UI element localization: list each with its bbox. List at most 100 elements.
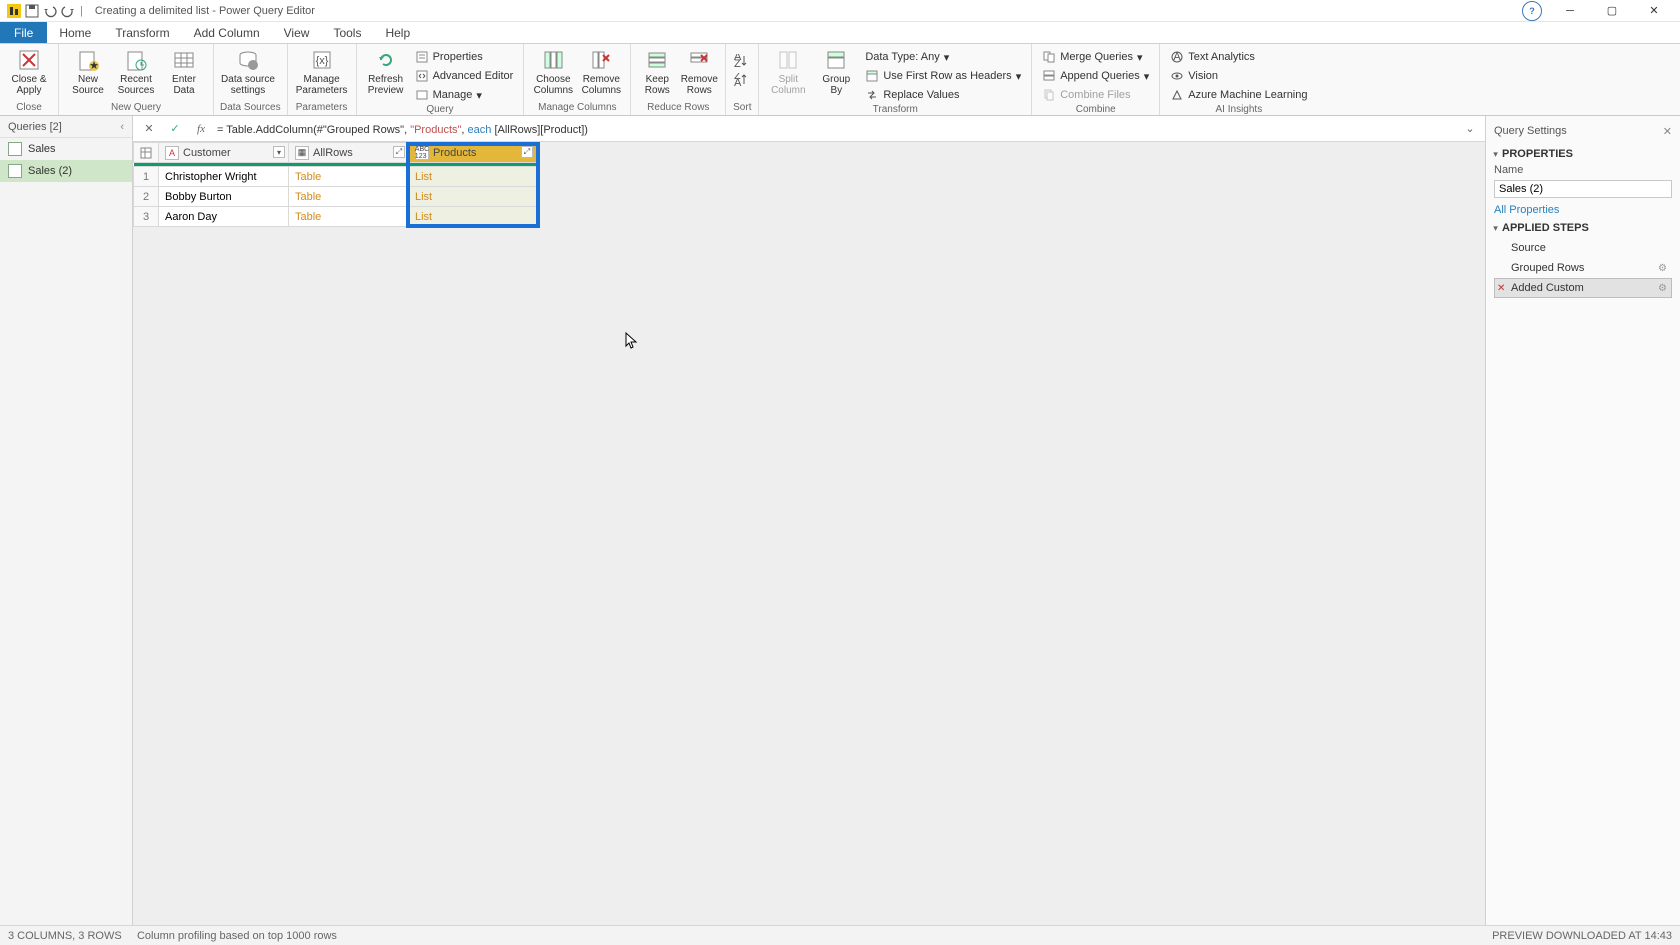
remove-columns-icon [589,48,613,72]
tab-transform[interactable]: Transform [103,22,181,43]
collapse-queries-icon[interactable]: ‹ [120,121,124,133]
tab-file[interactable]: File [0,22,47,43]
text-analytics-icon: A [1170,50,1184,64]
merge-queries-button[interactable]: Merge Queries ▾ [1038,48,1153,66]
group-by-button[interactable]: Group By [813,46,859,96]
expand-icon[interactable]: ⤢ [393,146,405,158]
queries-pane-header: Queries [2] ‹ [0,116,132,138]
gear-icon[interactable]: ⚙ [1658,283,1667,294]
tab-tools[interactable]: Tools [321,22,373,43]
headers-icon [865,69,879,83]
step-grouped-rows[interactable]: Grouped Rows⚙ [1494,258,1672,278]
ribbon-group-reduce-rows: Keep Rows Remove Rows Reduce Rows [631,44,726,115]
redo-icon[interactable] [60,3,76,19]
remove-rows-button[interactable]: Remove Rows [679,46,719,96]
tab-help[interactable]: Help [373,22,422,43]
text-type-icon: A [165,146,179,160]
accept-formula-icon[interactable]: ✓ [165,120,185,138]
azure-ml-button[interactable]: Azure Machine Learning [1166,86,1311,104]
data-source-settings-icon [236,48,260,72]
advanced-editor-button[interactable]: Advanced Editor [411,67,518,85]
table-row[interactable]: 1 Christopher Wright Table List [134,167,537,187]
enter-data-icon [172,48,196,72]
recent-sources-button[interactable]: Recent Sources [113,46,159,96]
query-item-sales-2[interactable]: Sales (2) [0,160,132,182]
any-type-icon: ABC123 [415,146,429,160]
expand-formula-icon[interactable]: ⌄ [1461,122,1479,135]
save-icon[interactable] [24,3,40,19]
data-source-settings-button[interactable]: Data source settings [220,46,276,96]
queries-pane: Queries [2] ‹ Sales Sales (2) [0,116,133,925]
quick-access-toolbar: | [6,3,85,19]
query-name-input[interactable] [1494,180,1672,198]
step-source[interactable]: Source [1494,238,1672,258]
fx-icon[interactable]: fx [191,120,211,138]
refresh-preview-button[interactable]: Refresh Preview [363,46,409,96]
new-source-button[interactable]: ★New Source [65,46,111,96]
table-row[interactable]: 2 Bobby Burton Table List [134,187,537,207]
data-grid[interactable]: ACustomer▾ ▦AllRows⤢ ABC123Products⤢ 1 C… [133,142,537,227]
ribbon-group-manage-columns: Choose Columns Remove Columns Manage Col… [524,44,631,115]
manage-icon [415,88,429,102]
center-area: ✕ ✓ fx = Table.AddColumn(#"Grouped Rows"… [133,116,1485,925]
column-header-allrows[interactable]: ▦AllRows⤢ [289,143,409,163]
tab-view[interactable]: View [272,22,322,43]
close-settings-icon[interactable]: ✕ [1663,125,1672,138]
ribbon-group-close: Close & Apply Close [0,44,59,115]
expand-icon[interactable]: ⤢ [521,146,533,158]
group-by-icon [824,48,848,72]
help-button[interactable]: ? [1522,1,1542,21]
svg-text:{x}: {x} [315,55,328,67]
all-properties-link[interactable]: All Properties [1494,204,1559,216]
append-queries-button[interactable]: Append Queries ▾ [1038,67,1153,85]
combine-files-icon [1042,88,1056,102]
split-column-button: Split Column [765,46,811,96]
ribbon-group-combine: Merge Queries ▾ Append Queries ▾ Combine… [1032,44,1160,115]
manage-parameters-button[interactable]: {x}Manage Parameters [294,46,350,96]
remove-columns-button[interactable]: Remove Columns [578,46,624,96]
replace-values-button[interactable]: Replace Values [861,86,1025,104]
column-header-products[interactable]: ABC123Products⤢ [409,143,537,163]
corner-cell[interactable] [134,143,159,163]
name-label: Name [1494,164,1672,176]
step-added-custom[interactable]: ✕Added Custom⚙ [1494,278,1672,298]
properties-section-header[interactable]: PROPERTIES [1494,148,1672,160]
ribbon-group-parameters: {x}Manage Parameters Parameters [288,44,357,115]
window-title: Creating a delimited list - Power Query … [95,5,315,17]
svg-text:★: ★ [89,60,99,71]
keep-rows-button[interactable]: Keep Rows [637,46,677,96]
svg-text:A: A [1174,51,1182,63]
first-row-headers-button[interactable]: Use First Row as Headers ▾ [861,67,1025,85]
delete-step-icon[interactable]: ✕ [1497,283,1505,294]
column-header-customer[interactable]: ACustomer▾ [159,143,289,163]
enter-data-button[interactable]: Enter Data [161,46,207,96]
close-apply-button[interactable]: Close & Apply [6,46,52,96]
applied-steps-header[interactable]: APPLIED STEPS [1494,222,1672,234]
ribbon-group-ai-insights: AText Analytics Vision Azure Machine Lea… [1160,44,1317,115]
tab-add-column[interactable]: Add Column [182,22,272,43]
maximize-button[interactable]: ▢ [1592,1,1632,21]
tab-home[interactable]: Home [47,22,103,43]
formula-input[interactable]: = Table.AddColumn(#"Grouped Rows", "Prod… [217,122,1455,136]
properties-button[interactable]: Properties [411,48,518,66]
text-analytics-button[interactable]: AText Analytics [1166,48,1311,66]
gear-icon[interactable]: ⚙ [1658,263,1667,274]
query-item-sales[interactable]: Sales [0,138,132,160]
minimize-button[interactable]: ─ [1550,1,1590,21]
cancel-formula-icon[interactable]: ✕ [139,120,159,138]
manage-button[interactable]: Manage ▾ [411,86,518,104]
sort-asc-button[interactable]: AZ [732,52,752,70]
svg-text:A: A [734,77,742,87]
status-bar: 3 COLUMNS, 3 ROWS Column profiling based… [0,925,1680,945]
filter-icon[interactable]: ▾ [273,146,285,158]
main-area: Queries [2] ‹ Sales Sales (2) ✕ ✓ fx = T… [0,116,1680,925]
close-button[interactable]: ✕ [1634,1,1674,21]
ribbon-group-data-sources: Data source settings Data Sources [214,44,288,115]
settings-title: Query Settings ✕ [1494,120,1672,142]
table-row[interactable]: 3 Aaron Day Table List [134,207,537,227]
choose-columns-button[interactable]: Choose Columns [530,46,576,96]
vision-button[interactable]: Vision [1166,67,1311,85]
sort-desc-button[interactable]: ZA [732,71,752,89]
data-type-button[interactable]: Data Type: Any ▾ [861,48,1025,66]
undo-icon[interactable] [42,3,58,19]
